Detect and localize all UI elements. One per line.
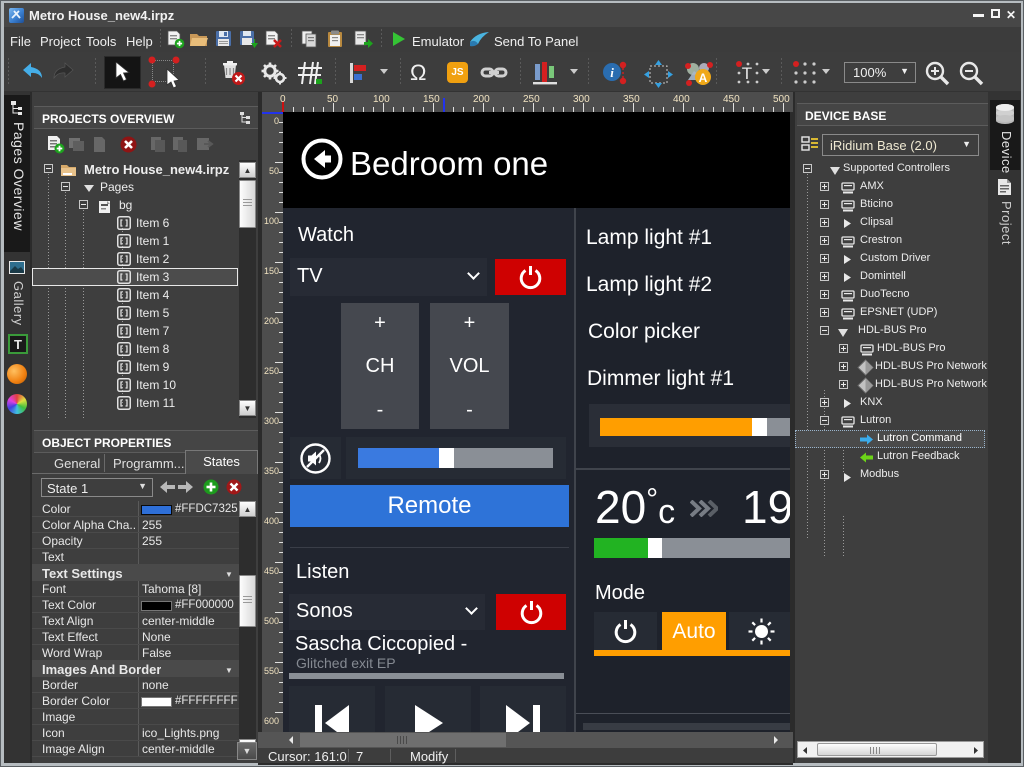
svg-text:T: T [742, 64, 752, 83]
svg-text:i: i [610, 65, 614, 80]
svg-text:A: A [699, 71, 708, 85]
